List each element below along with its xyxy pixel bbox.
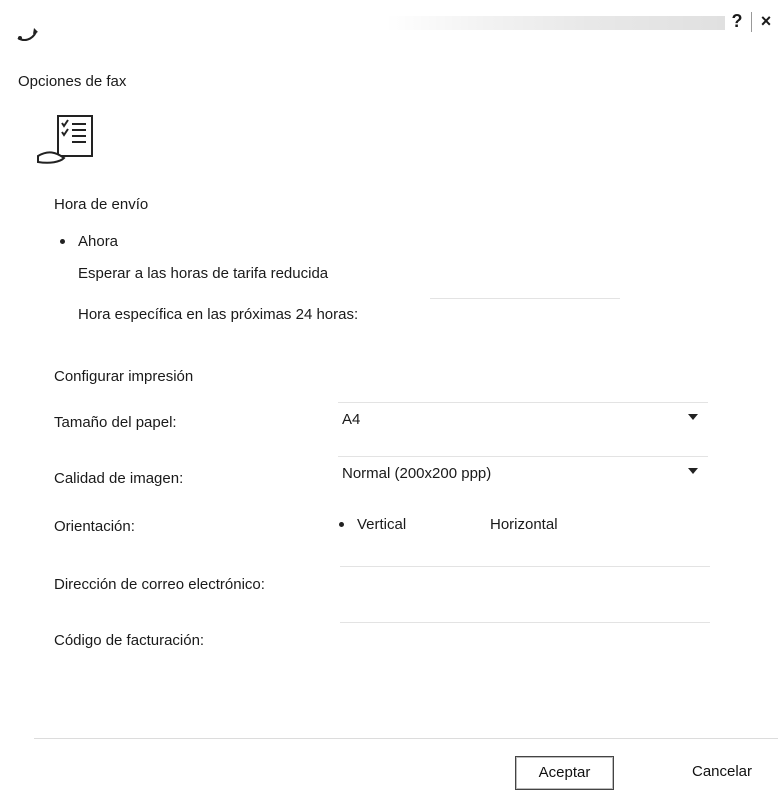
paper-size-select[interactable]: A4 bbox=[330, 402, 710, 434]
radio-horizontal[interactable]: Horizontal bbox=[470, 512, 590, 538]
radio-specific-time-label: Hora específica en las próximas 24 horas… bbox=[78, 306, 359, 323]
cancel-button[interactable]: Cancelar bbox=[670, 756, 774, 788]
send-time-heading: Hora de envío bbox=[54, 196, 149, 213]
image-quality-border bbox=[338, 456, 708, 457]
close-button[interactable]: × bbox=[756, 10, 776, 32]
section-title: Opciones de fax bbox=[18, 73, 127, 90]
time-field-border bbox=[430, 298, 620, 299]
fax-app-icon bbox=[17, 28, 38, 41]
radio-selected-indicator bbox=[60, 239, 65, 244]
billing-code-label: Código de facturación: bbox=[54, 632, 205, 649]
print-config-heading: Configurar impresión bbox=[54, 368, 194, 385]
radio-vertical-label: Vertical bbox=[357, 516, 407, 533]
billing-code-border bbox=[340, 622, 710, 623]
title-bar: ? × bbox=[0, 0, 782, 60]
paper-size-value: A4 bbox=[342, 411, 361, 428]
radio-send-now[interactable]: Ahora bbox=[50, 230, 370, 254]
email-field-border bbox=[340, 566, 710, 567]
paper-size-border bbox=[338, 402, 708, 403]
radio-specific-time[interactable]: Hora específica en las próximas 24 horas… bbox=[50, 303, 410, 327]
chevron-down-icon[interactable] bbox=[688, 414, 698, 420]
image-quality-value: Normal (200x200 ppp) bbox=[342, 465, 492, 482]
radio-reduced-rate-label: Esperar a las horas de tarifa reducida bbox=[78, 265, 329, 282]
fax-document-icon bbox=[37, 115, 93, 164]
image-quality-label: Calidad de imagen: bbox=[54, 470, 184, 487]
radio-reduced-rate[interactable]: Esperar a las horas de tarifa reducida bbox=[50, 262, 390, 286]
radio-selected-indicator bbox=[339, 522, 344, 527]
bottom-separator bbox=[34, 738, 778, 739]
accept-button[interactable]: Aceptar bbox=[515, 756, 614, 790]
titlebar-divider bbox=[751, 12, 752, 32]
help-button[interactable]: ? bbox=[727, 10, 747, 32]
billing-code-field[interactable] bbox=[340, 624, 710, 654]
image-quality-select[interactable]: Normal (200x200 ppp) bbox=[330, 456, 710, 488]
chevron-down-icon[interactable] bbox=[688, 468, 698, 474]
email-label: Dirección de correo electrónico: bbox=[54, 576, 265, 593]
radio-send-now-label: Ahora bbox=[78, 233, 119, 250]
paper-size-label: Tamaño del papel: bbox=[54, 414, 177, 431]
radio-horizontal-label: Horizontal bbox=[490, 516, 558, 533]
radio-vertical[interactable]: Vertical bbox=[335, 512, 465, 538]
specific-time-input[interactable] bbox=[430, 300, 620, 328]
email-field[interactable] bbox=[340, 568, 710, 598]
title-text-area bbox=[385, 16, 725, 30]
orientation-label: Orientación: bbox=[54, 518, 135, 535]
